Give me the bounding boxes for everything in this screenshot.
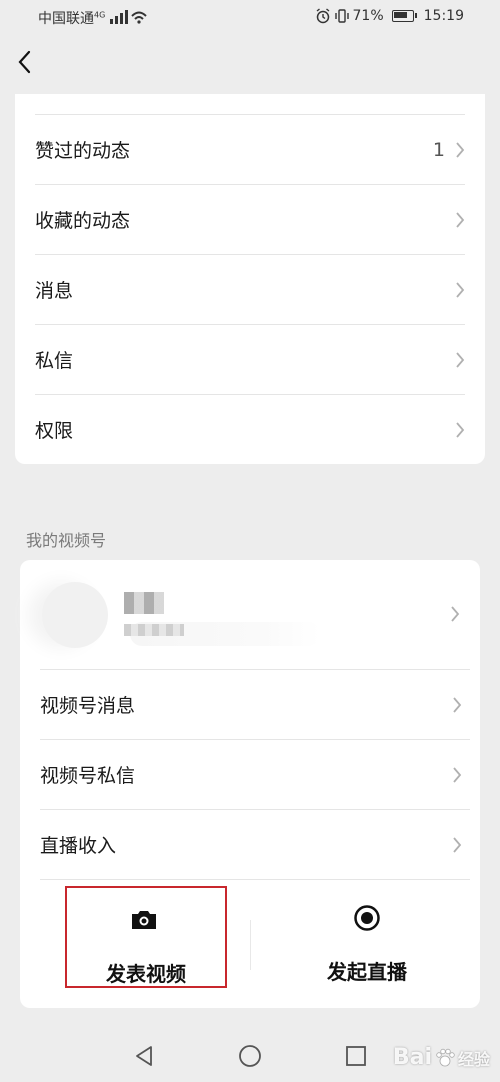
- chevron-right-icon: [453, 766, 462, 783]
- pixelated-channel-id: [124, 624, 184, 636]
- post-video-button[interactable]: 发表视频: [65, 886, 227, 988]
- chevron-right-icon: [456, 211, 465, 228]
- record-icon: [354, 905, 380, 931]
- menu-item-label: 视频号私信: [40, 765, 136, 787]
- menu-item-messages[interactable]: 消息: [35, 255, 465, 324]
- divider: [250, 920, 251, 970]
- watermark-brand: Bai: [392, 1045, 432, 1070]
- menu-item-label: 直播收入: [40, 835, 117, 857]
- battery-percent: 71%: [352, 8, 384, 24]
- menu-item-private-messages[interactable]: 私信: [35, 325, 465, 394]
- chevron-right-icon: [456, 141, 465, 158]
- chevron-right-icon: [456, 351, 465, 368]
- nav-recents-icon[interactable]: [344, 1044, 368, 1068]
- channel-profile-row[interactable]: [20, 560, 480, 670]
- activity-menu-card: 赞过的动态 1 收藏的动态 消息 私信 权限: [15, 94, 485, 464]
- menu-item-label: 视频号消息: [40, 695, 136, 717]
- menu-item-label: 收藏的动态: [35, 210, 131, 232]
- nav-back-icon[interactable]: [132, 1044, 156, 1068]
- camera-icon: [132, 911, 156, 929]
- watermark: Bai 经验: [393, 1045, 490, 1070]
- vibrate-icon: [334, 9, 349, 23]
- network-type: 4G: [94, 10, 106, 20]
- clock: 15:19: [423, 8, 464, 24]
- battery-icon: [391, 10, 417, 22]
- avatar: [42, 582, 108, 648]
- alarm-icon: [316, 8, 329, 24]
- chevron-right-icon: [453, 836, 462, 853]
- menu-item-favorited-moments[interactable]: 收藏的动态: [35, 185, 465, 254]
- back-arrow-icon[interactable]: [14, 46, 40, 80]
- start-live-button[interactable]: 发起直播: [288, 886, 446, 984]
- watermark-suffix: 经验: [457, 1049, 490, 1069]
- menu-item-channel-private-messages[interactable]: 视频号私信: [40, 740, 462, 809]
- menu-item-liked-moments[interactable]: 赞过的动态 1: [35, 115, 465, 184]
- paw-logo-icon: [436, 1048, 455, 1066]
- status-bar: 中国联通4G 71% 15:19: [0, 0, 500, 34]
- menu-item-label: 私信: [35, 350, 74, 372]
- start-live-label: 发起直播: [327, 960, 407, 984]
- menu-item-live-income[interactable]: 直播收入: [40, 810, 462, 879]
- system-nav-bar: Bai 经验: [0, 1022, 500, 1082]
- pixelated-channel-name: [124, 592, 164, 614]
- signal-icon: [110, 10, 147, 24]
- chevron-right-icon: [451, 606, 460, 622]
- menu-item-channel-messages[interactable]: 视频号消息: [40, 670, 462, 739]
- status-right: 71% 15:19: [315, 8, 464, 24]
- chevron-right-icon: [453, 696, 462, 713]
- top-bar: [0, 34, 500, 94]
- menu-item-label: 赞过的动态: [35, 140, 131, 162]
- post-video-label: 发表视频: [106, 962, 186, 986]
- menu-item-permissions[interactable]: 权限: [35, 395, 465, 464]
- chevron-right-icon: [456, 281, 465, 298]
- menu-item-label: 消息: [35, 280, 74, 302]
- section-title: 我的视频号: [26, 531, 107, 550]
- menu-item-label: 权限: [35, 420, 74, 442]
- channels-card: 视频号消息 视频号私信 直播收入 发表视频 发起直播: [20, 560, 480, 1008]
- nav-home-icon[interactable]: [238, 1044, 262, 1068]
- chevron-right-icon: [456, 421, 465, 438]
- count-badge: 1: [432, 138, 445, 161]
- carrier-label: 中国联通4G: [38, 10, 106, 27]
- channel-actions: 发表视频 发起直播: [20, 880, 480, 1008]
